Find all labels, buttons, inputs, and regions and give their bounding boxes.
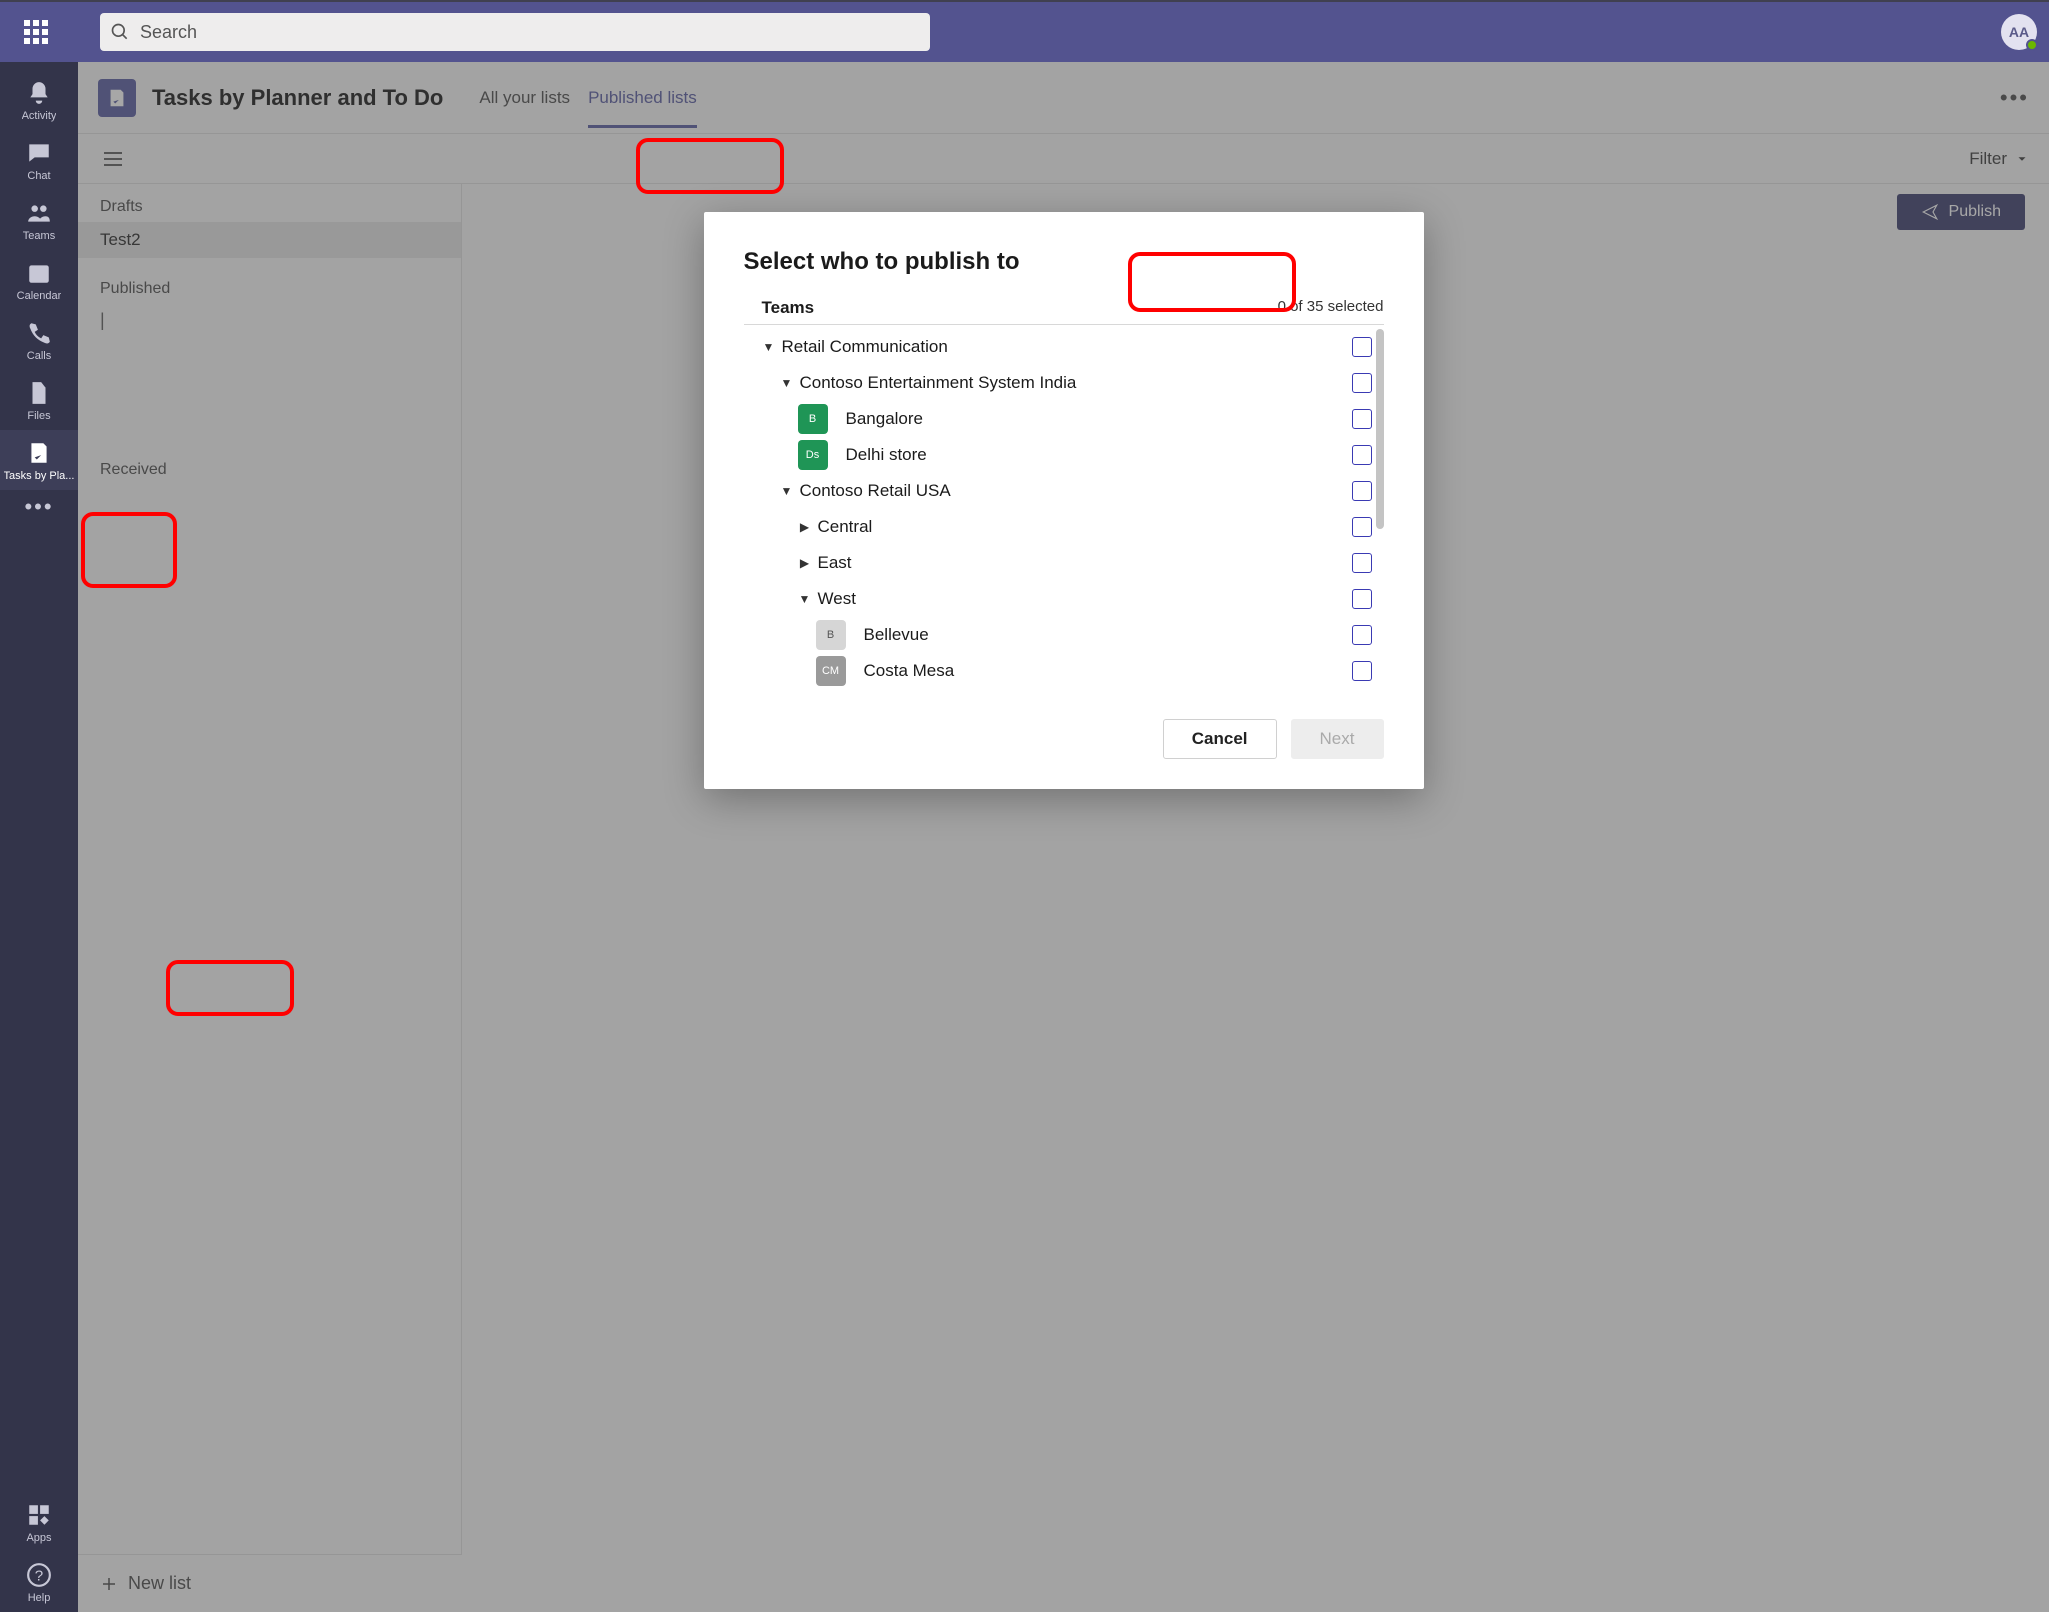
tree-label: Contoso Entertainment System India: [800, 373, 1077, 393]
avatar[interactable]: AA: [2001, 14, 2037, 50]
tree-label: Retail Communication: [782, 337, 948, 357]
tree-row[interactable]: B Bellevue: [744, 617, 1372, 653]
tasks-icon: [26, 440, 52, 466]
cancel-button[interactable]: Cancel: [1163, 719, 1277, 759]
checkbox[interactable]: [1352, 337, 1372, 357]
dialog-title: Select who to publish to: [744, 248, 1384, 276]
rail-activity[interactable]: Activity: [0, 70, 78, 130]
checkbox[interactable]: [1352, 409, 1372, 429]
phone-icon: [26, 320, 52, 346]
tree-row[interactable]: ▼ West: [744, 581, 1372, 617]
checkbox[interactable]: [1352, 553, 1372, 573]
expand-toggle-icon[interactable]: ▼: [762, 340, 776, 354]
expand-toggle-icon[interactable]: ▶: [798, 520, 812, 534]
checkbox[interactable]: [1352, 373, 1372, 393]
tree-row[interactable]: ▼ Contoso Retail USA: [744, 473, 1372, 509]
expand-toggle-icon[interactable]: ▶: [798, 556, 812, 570]
rail-more[interactable]: •••: [24, 494, 53, 520]
title-bar: Search AA: [0, 0, 2049, 62]
tree-label: Central: [818, 517, 873, 537]
checkbox[interactable]: [1352, 661, 1372, 681]
rail-tasks[interactable]: Tasks by Pla...: [0, 430, 78, 490]
search-placeholder: Search: [140, 22, 197, 43]
teams-tree: ▼ Retail Communication ▼ Contoso Entertainm…: [744, 329, 1384, 689]
app-rail: Activity Chat Teams Calendar Calls Files…: [0, 62, 78, 1612]
rail-calendar[interactable]: Calendar: [0, 250, 78, 310]
people-icon: [26, 200, 52, 226]
content-area: Tasks by Planner and To Do All your list…: [78, 62, 2049, 1612]
rail-calls[interactable]: Calls: [0, 310, 78, 370]
team-badge-icon: B: [816, 620, 846, 650]
avatar-initials: AA: [2009, 24, 2029, 40]
search-input[interactable]: Search: [100, 13, 930, 51]
expand-toggle-icon[interactable]: ▼: [798, 592, 812, 606]
next-button[interactable]: Next: [1291, 719, 1384, 759]
checkbox[interactable]: [1352, 445, 1372, 465]
tree-label: Bangalore: [846, 409, 924, 429]
tree-row[interactable]: ▼ Retail Communication: [744, 329, 1372, 365]
search-icon: [110, 22, 130, 42]
checkbox[interactable]: [1352, 589, 1372, 609]
modal-overlay[interactable]: Select who to publish to Teams 0 of 35 s…: [78, 62, 2049, 1612]
checkbox[interactable]: [1352, 517, 1372, 537]
teams-header-label: Teams: [762, 298, 815, 318]
rail-files[interactable]: Files: [0, 370, 78, 430]
rail-apps[interactable]: Apps: [0, 1492, 78, 1552]
team-badge-icon: Ds: [798, 440, 828, 470]
tree-label: Contoso Retail USA: [800, 481, 951, 501]
rail-chat[interactable]: Chat: [0, 130, 78, 190]
checkbox[interactable]: [1352, 481, 1372, 501]
bell-icon: [26, 80, 52, 106]
rail-help[interactable]: ? Help: [0, 1552, 78, 1612]
file-icon: [26, 380, 52, 406]
tree-row[interactable]: ▶ Central: [744, 509, 1372, 545]
calendar-icon: [26, 260, 52, 286]
tree-label: Costa Mesa: [864, 661, 955, 681]
tree-row[interactable]: Ds Delhi store: [744, 437, 1372, 473]
chat-icon: [26, 140, 52, 166]
apps-icon: [26, 1502, 52, 1528]
tree-label: West: [818, 589, 856, 609]
presence-badge: [2026, 39, 2038, 51]
tree-row[interactable]: ▶ East: [744, 545, 1372, 581]
tree-row[interactable]: ▼ Contoso Entertainment System India: [744, 365, 1372, 401]
help-icon: ?: [26, 1562, 52, 1588]
tree-row[interactable]: B Bangalore: [744, 401, 1372, 437]
tree-label: Bellevue: [864, 625, 929, 645]
team-badge-icon: CM: [816, 656, 846, 686]
tree-row[interactable]: CM Costa Mesa: [744, 653, 1372, 689]
publish-to-dialog: Select who to publish to Teams 0 of 35 s…: [704, 212, 1424, 789]
team-badge-icon: B: [798, 404, 828, 434]
selection-count: 0 of 35 selected: [1278, 298, 1384, 318]
rail-teams[interactable]: Teams: [0, 190, 78, 250]
tree-label: Delhi store: [846, 445, 927, 465]
tree-label: East: [818, 553, 852, 573]
svg-text:?: ?: [35, 1567, 43, 1584]
app-launcher-icon[interactable]: [12, 8, 60, 56]
expand-toggle-icon[interactable]: ▼: [780, 484, 794, 498]
checkbox[interactable]: [1352, 625, 1372, 645]
expand-toggle-icon[interactable]: ▼: [780, 376, 794, 390]
scrollbar[interactable]: [1376, 329, 1384, 529]
